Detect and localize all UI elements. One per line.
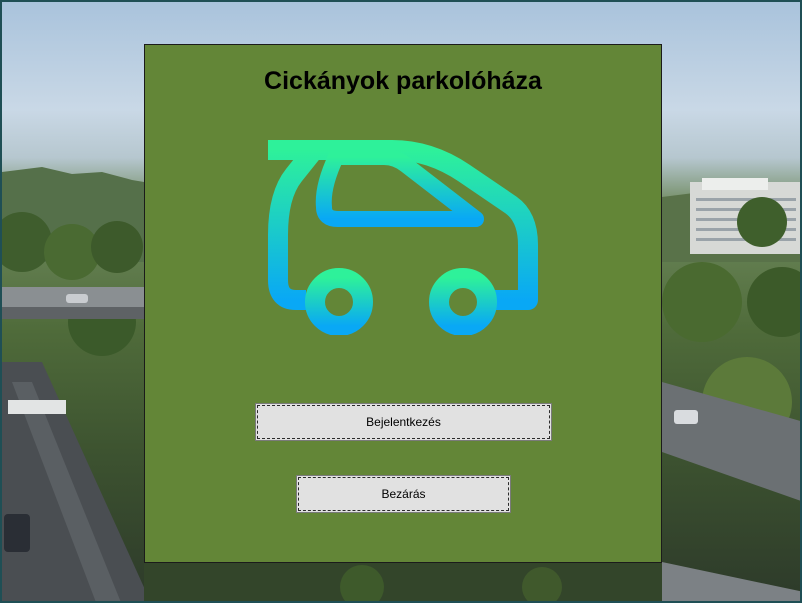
login-button[interactable]: Bejelentkezés [255,403,552,441]
main-panel: Cickányok parkolóháza Bejelentkezés Bezá… [144,44,662,563]
close-button-label: Bezárás [381,487,426,501]
close-button[interactable]: Bezárás [296,475,511,513]
login-button-label: Bejelentkezés [366,415,441,429]
car-icon [268,140,538,335]
page-title: Cickányok parkolóháza [264,67,542,95]
app-window: Cickányok parkolóháza Bejelentkezés Bezá… [0,0,802,603]
